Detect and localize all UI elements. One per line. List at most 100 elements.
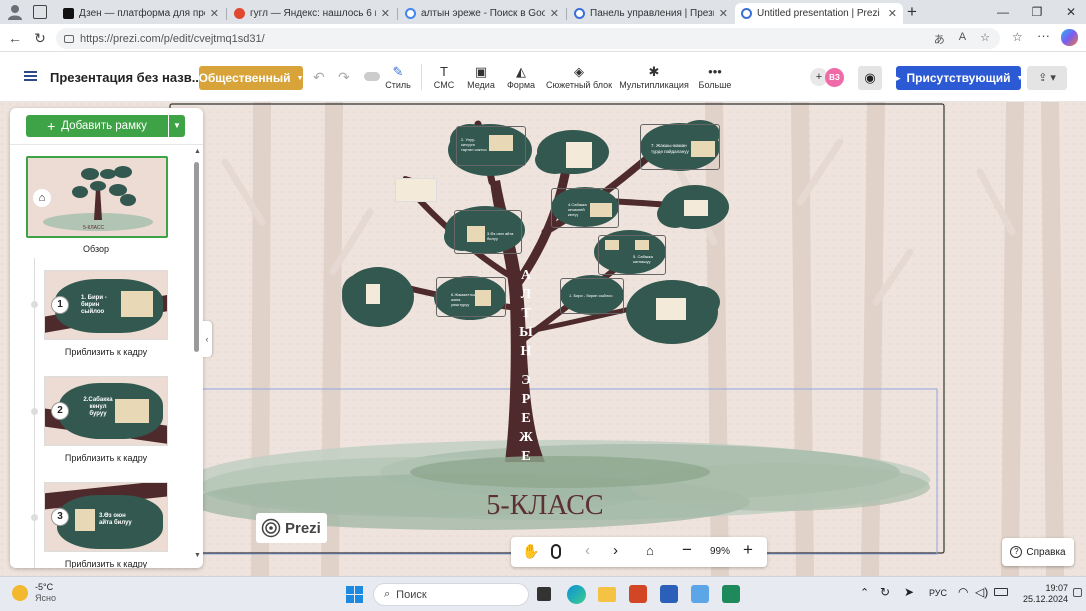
taskbar-search[interactable]: ⌕ Поиск [373, 583, 529, 606]
close-tab-icon[interactable]: ✕ [550, 7, 559, 20]
paint-icon[interactable] [691, 585, 709, 603]
tree-node-frame[interactable]: 6.Жамааттык жана уюштуруу [436, 277, 506, 317]
powerpoint-icon[interactable] [629, 585, 647, 603]
zoom-to-frame-link[interactable]: Приблизить к кадру [36, 347, 176, 357]
undo-icon[interactable]: ↶ [313, 69, 325, 86]
tree-node-frame[interactable]: 2. Улуу-кичүүгө тартип сактоо [456, 126, 526, 166]
more-menu-icon[interactable]: ··· [1037, 28, 1050, 43]
zoom-to-frame-link[interactable]: Приблизить к кадру [36, 559, 176, 568]
preview-eye-icon[interactable]: ◉ [858, 66, 882, 90]
minimize-icon[interactable]: — [988, 4, 1018, 20]
text-icon: T [440, 64, 448, 79]
reload-icon[interactable]: ↻ [31, 29, 49, 47]
mouse-icon[interactable] [551, 544, 561, 559]
volume-icon[interactable]: ◁) [975, 585, 988, 599]
animation-icon: ✱ [648, 64, 660, 79]
overview-thumbnail[interactable]: ⌂ 5-КЛАСС [26, 156, 168, 238]
file-explorer-icon[interactable] [598, 587, 616, 602]
word-icon[interactable] [660, 585, 678, 603]
add-frame-button[interactable]: + Добавить рамку [26, 115, 168, 137]
prev-frame-icon[interactable]: ‹ [585, 542, 590, 559]
favorites-icon[interactable]: ☆ [1012, 30, 1023, 44]
close-window-icon[interactable]: ✕ [1056, 4, 1086, 20]
collapse-sidebar-handle[interactable]: ‹ [202, 321, 212, 357]
avatar[interactable]: ВЗ [825, 68, 844, 87]
class-label[interactable]: 5-КЛАСС [470, 490, 620, 522]
sync-icon[interactable]: ↻ [880, 585, 890, 599]
wifi-icon[interactable]: ◠ [958, 585, 968, 599]
sidebar-scrollbar[interactable]: ▲ ▼ [193, 148, 201, 564]
language-indicator[interactable]: РУС [929, 588, 947, 598]
start-button[interactable] [346, 586, 363, 603]
battery-icon[interactable] [994, 588, 1008, 596]
tool-more[interactable]: ••• Больше [698, 64, 732, 90]
location-icon[interactable]: ➤ [904, 585, 914, 599]
tab-untitled-presentation[interactable]: Untitled presentation | Prezi ✕ [735, 3, 903, 24]
students-illustration[interactable] [395, 178, 437, 202]
windows-taskbar: -5°C Ясно ⌕ Поиск ⌃ ↻ ➤ РУС ◠ ◁) 19:07 2… [0, 576, 1086, 611]
clock[interactable]: 19:07 25.12.2024 [1012, 583, 1068, 605]
close-tab-icon[interactable]: ✕ [719, 7, 728, 20]
tool-shape[interactable]: ◭ Форма [506, 64, 536, 90]
close-tab-icon[interactable]: ✕ [888, 7, 897, 20]
tree-node-frame[interactable]: 7. Жакшы-жаман турдө пайдалануу [640, 124, 720, 170]
notification-icon[interactable] [1073, 588, 1082, 597]
tab-prezi-dashboard[interactable]: Панель управления | Прези ✕ [568, 3, 734, 24]
more-dots-icon: ••• [708, 64, 722, 79]
restore-icon[interactable]: ❐ [1022, 4, 1052, 20]
illustration-icon [635, 240, 649, 250]
presentation-title[interactable]: Презентация без назв... [50, 70, 203, 85]
prezi-logo-icon [261, 518, 281, 538]
tree-node-frame[interactable]: 4.Сабакка кечикпей келүү [551, 188, 619, 228]
back-icon[interactable]: ← [6, 29, 24, 47]
present-button[interactable]: ▶ Присутствующий ▼ [894, 66, 1023, 90]
read-aloud-icon[interactable]: A [959, 31, 966, 47]
tool-text[interactable]: T СМС [430, 64, 458, 90]
url-field[interactable]: https://prezi.com/p/edit/cvejtmq1sd31/ あ… [56, 28, 1000, 49]
tree-node-frame[interactable]: 1. Бири - бирин сыйлоо [560, 278, 624, 314]
export-button[interactable]: ⇪ ▾ [1027, 66, 1067, 90]
tab-dzen[interactable]: Дзен — платформа для просмот ✕ [57, 3, 225, 24]
task-view-icon[interactable] [537, 587, 551, 601]
profile-icon[interactable] [6, 3, 24, 21]
add-frame-dropdown[interactable]: ▼ [169, 115, 185, 137]
chevron-down-icon: ▼ [296, 74, 304, 82]
brush-icon: ✎ [392, 64, 404, 79]
tool-style[interactable]: ✎ Стиль [384, 64, 412, 90]
students-illustration[interactable] [656, 298, 686, 320]
translate-icon[interactable]: あ [934, 31, 945, 47]
tree-node-frame[interactable]: 3.Өз оюн айта билуу [454, 210, 522, 254]
zoom-out-icon[interactable]: − [682, 540, 692, 560]
tool-animation[interactable]: ✱ Мультипликация [619, 64, 689, 90]
students-illustration[interactable] [366, 284, 380, 304]
close-tab-icon[interactable]: ✕ [210, 7, 219, 20]
help-button[interactable]: ? Справка [1002, 538, 1074, 566]
tree-node-frame[interactable]: 5. Сабакка катнашуу [598, 235, 666, 275]
copilot-icon[interactable] [1061, 29, 1078, 46]
overview-label[interactable]: Обзор [26, 244, 166, 254]
home-icon[interactable]: ⌂ [646, 543, 654, 558]
tab-google[interactable]: алтын эреже - Поиск в Google ✕ [399, 3, 565, 24]
zoom-in-icon[interactable]: + [743, 540, 753, 560]
new-tab-button[interactable]: + [907, 2, 917, 22]
tab-yandex[interactable]: гугл — Яндекс: нашлось 6 млн р ✕ [228, 3, 396, 24]
close-tab-icon[interactable]: ✕ [381, 7, 390, 20]
weather-widget[interactable]: -5°C Ясно [12, 582, 56, 604]
tray-chevron-icon[interactable]: ⌃ [860, 586, 869, 599]
publisher-icon[interactable] [722, 585, 740, 603]
prezi-toolbar: Презентация без назв... Общественный ▼ ↶… [0, 52, 1086, 102]
students-illustration[interactable] [566, 142, 592, 168]
tool-media[interactable]: ▣ Медиа [466, 64, 496, 90]
students-illustration[interactable] [684, 200, 708, 216]
tab-actions-icon[interactable] [33, 5, 47, 19]
menu-hamburger-icon[interactable] [24, 71, 37, 81]
site-info-icon[interactable] [64, 34, 74, 43]
next-frame-icon[interactable]: › [613, 542, 618, 559]
favorite-star-icon[interactable]: ☆ [980, 31, 990, 47]
tool-story-block[interactable]: ◈ Сюжетный блок [546, 64, 612, 90]
hand-pan-icon[interactable]: ✋ [522, 543, 539, 560]
redo-icon[interactable]: ↷ [338, 69, 350, 86]
edge-icon[interactable] [567, 585, 586, 604]
visibility-dropdown[interactable]: Общественный ▼ [199, 66, 303, 90]
zoom-to-frame-link[interactable]: Приблизить к кадру [36, 453, 176, 463]
